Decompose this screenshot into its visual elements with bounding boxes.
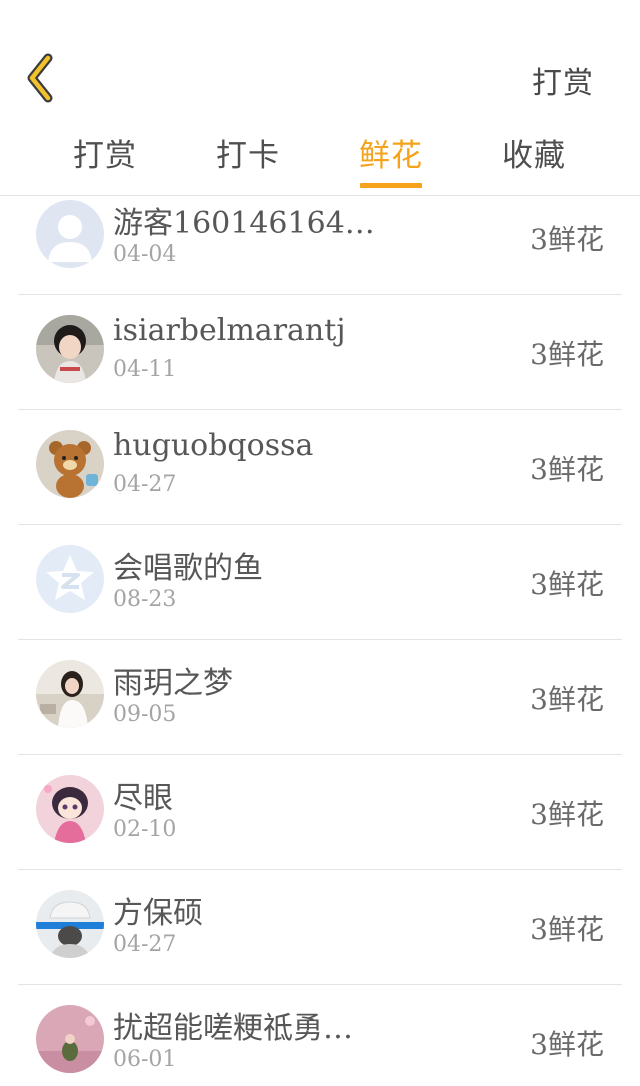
chevron-left-icon bbox=[27, 53, 53, 103]
flower-count: 3鲜花 bbox=[530, 223, 604, 256]
user-name: 游客160146164… bbox=[113, 206, 375, 241]
flower-count: 3鲜花 bbox=[530, 683, 604, 716]
anime-girl-avatar[interactable] bbox=[36, 775, 104, 843]
flower-count: 3鲜花 bbox=[530, 913, 604, 946]
tab-label: 鲜花 bbox=[359, 138, 423, 174]
flower-count: 3鲜花 bbox=[530, 338, 604, 371]
tab-label: 打卡 bbox=[216, 138, 280, 174]
tab-checkin[interactable]: 打卡 bbox=[188, 130, 308, 175]
list-item[interactable]: 游客160146164… 04-04 3鲜花 bbox=[0, 180, 640, 295]
user-name: 扰超能嗟粳祗勇… bbox=[113, 1011, 353, 1046]
record-date: 02-10 bbox=[113, 817, 177, 842]
qzone-logo-avatar[interactable] bbox=[36, 545, 104, 613]
record-date: 09-05 bbox=[113, 702, 177, 727]
flower-count: 3鲜花 bbox=[530, 798, 604, 831]
flower-count: 3鲜花 bbox=[530, 1028, 604, 1061]
flower-record-list[interactable]: 游客160146164… 04-04 3鲜花 isiarbelmarantj 0… bbox=[0, 180, 640, 1086]
flower-count: 3鲜花 bbox=[530, 568, 604, 601]
back-button[interactable] bbox=[22, 52, 62, 104]
tab-flowers[interactable]: 鲜花 bbox=[331, 130, 451, 188]
user-name: isiarbelmarantj bbox=[113, 313, 346, 348]
list-item[interactable]: 尽眼 02-10 3鲜花 bbox=[0, 755, 640, 870]
record-date: 04-04 bbox=[113, 242, 177, 267]
list-item[interactable]: isiarbelmarantj 04-11 3鲜花 bbox=[0, 295, 640, 410]
user-name: 尽眼 bbox=[113, 781, 173, 816]
list-item[interactable]: 会唱歌的鱼 08-23 3鲜花 bbox=[0, 525, 640, 640]
user-name: 雨玥之梦 bbox=[113, 666, 233, 701]
woman-photo-avatar[interactable] bbox=[36, 660, 104, 728]
list-item[interactable]: huguobqossa 04-27 3鲜花 bbox=[0, 410, 640, 525]
record-date: 06-01 bbox=[113, 1047, 177, 1072]
record-date: 04-11 bbox=[113, 357, 177, 382]
tab-label: 打赏 bbox=[73, 138, 137, 174]
record-date: 04-27 bbox=[113, 932, 177, 957]
list-item[interactable]: 方保硕 04-27 3鲜花 bbox=[0, 870, 640, 985]
user-name: huguobqossa bbox=[113, 428, 314, 463]
app-header: 打赏 打赏 打卡 鲜花 收藏 bbox=[0, 0, 640, 196]
user-name: 会唱歌的鱼 bbox=[113, 551, 263, 586]
user-name: 方保硕 bbox=[113, 896, 203, 931]
record-date: 04-27 bbox=[113, 472, 177, 497]
girl-photo-avatar[interactable] bbox=[36, 315, 104, 383]
capped-person-avatar[interactable] bbox=[36, 890, 104, 958]
list-item[interactable]: 扰超能嗟粳祗勇… 06-01 3鲜花 bbox=[0, 985, 640, 1086]
tab-label: 收藏 bbox=[502, 138, 566, 174]
reward-action-button[interactable]: 打赏 bbox=[532, 58, 594, 102]
default-user-avatar[interactable] bbox=[36, 200, 104, 268]
pink-scene-avatar[interactable] bbox=[36, 1005, 104, 1073]
teddy-bear-avatar[interactable] bbox=[36, 430, 104, 498]
tab-reward[interactable]: 打赏 bbox=[45, 130, 165, 175]
flower-count: 3鲜花 bbox=[530, 453, 604, 486]
record-date: 08-23 bbox=[113, 587, 177, 612]
list-item[interactable]: 雨玥之梦 09-05 3鲜花 bbox=[0, 640, 640, 755]
tab-favorites[interactable]: 收藏 bbox=[474, 130, 594, 175]
